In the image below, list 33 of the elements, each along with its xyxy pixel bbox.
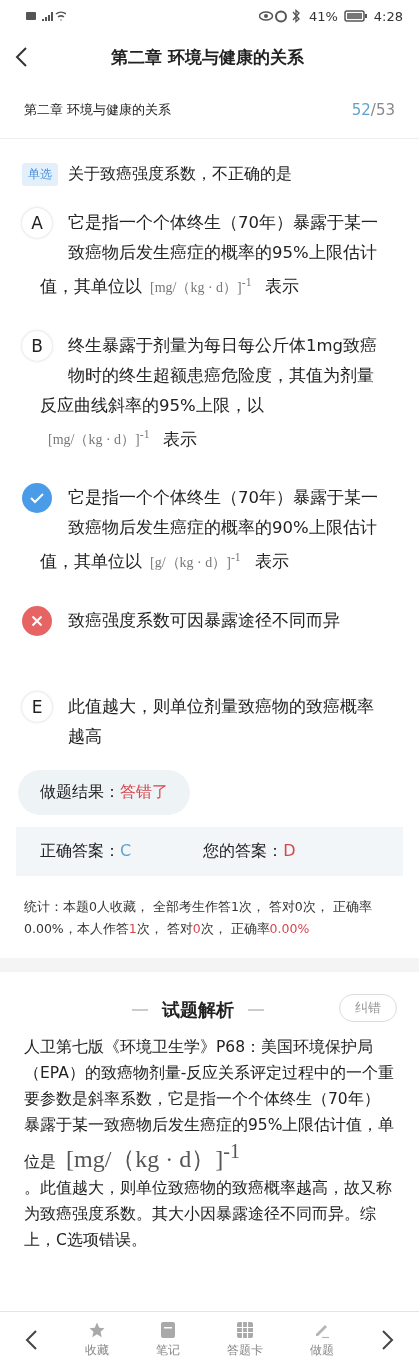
nav-item[interactable]: 收藏 xyxy=(85,1321,109,1359)
option-text: 它是指一个个体终生（70年）暴露于某一致癌物后发生癌症的概率的90%上限估计值，其单位以 [g/（kg · d）]$^{-1}$ 表示 xyxy=(40,487,379,573)
next-button[interactable] xyxy=(381,1329,395,1351)
star-icon xyxy=(88,1321,106,1339)
signal-icon xyxy=(26,10,66,22)
nav-item[interactable]: 做题 xyxy=(310,1321,334,1359)
battery-percent: 41% xyxy=(308,8,338,24)
clock-time: 4:28 xyxy=(373,8,403,24)
option-letter[interactable]: B xyxy=(22,330,52,361)
notebook-icon xyxy=(160,1321,176,1339)
cross-icon[interactable] xyxy=(22,605,52,636)
answer-text: 您的答案：D xyxy=(203,840,296,862)
analysis-text: 人卫第七版《环境卫生学》P68：美国环境保护局（EPA）的致癌物剂量-反应关系评定过程中的一个重要参数是斜率系数，它是指一个个体终生（70年）暴露于某一致癌物后发生癌症的95%上限估计值，单位是 [mg/（kg · d）]$^{-1}$ 。此值越大，则单位致癌物的致癌概率越高，故又称为致癌强度系数。其大小因暴露途径不同而异。综上，C选项错误。 xyxy=(23,1036,396,1251)
option-text: 此值越大，则单位剂量致癌物的致癌概率越高 xyxy=(67,695,375,748)
option-text: 致癌强度系数可因暴露途径不同而异 xyxy=(67,609,341,632)
analysis-title: 试题解析 xyxy=(161,997,234,1022)
battery-icon xyxy=(343,10,368,22)
previous-button[interactable] xyxy=(24,1329,38,1351)
report-error-button[interactable]: 纠错 xyxy=(339,993,397,1022)
back-button[interactable] xyxy=(14,46,28,68)
page-title: 第二章 环境与健康的关系 xyxy=(110,45,305,69)
answer-text: 正确答案：C xyxy=(40,840,132,862)
question-text: 关于致癌强度系数，不正确的是 xyxy=(68,164,292,185)
result-pill: 做题结果：答错了 xyxy=(18,769,190,815)
chapter-name: 第二章 环境与健康的关系 xyxy=(24,101,172,119)
option-letter[interactable]: E xyxy=(22,691,52,722)
check-icon[interactable] xyxy=(22,483,52,514)
grid-icon xyxy=(236,1321,254,1339)
nav-item[interactable]: 笔记 xyxy=(156,1321,180,1359)
statistics-text: 统计：本题0人收藏， 全部考生作答1次， 答对0次， 正确率0.00%，本人作答1次， 答对0次， 正确率0.00% xyxy=(23,897,373,938)
nav-item[interactable]: 答题卡 xyxy=(227,1321,263,1359)
question-type-badge: 单选 xyxy=(22,163,58,186)
question-counter: 52/53 xyxy=(351,101,395,119)
